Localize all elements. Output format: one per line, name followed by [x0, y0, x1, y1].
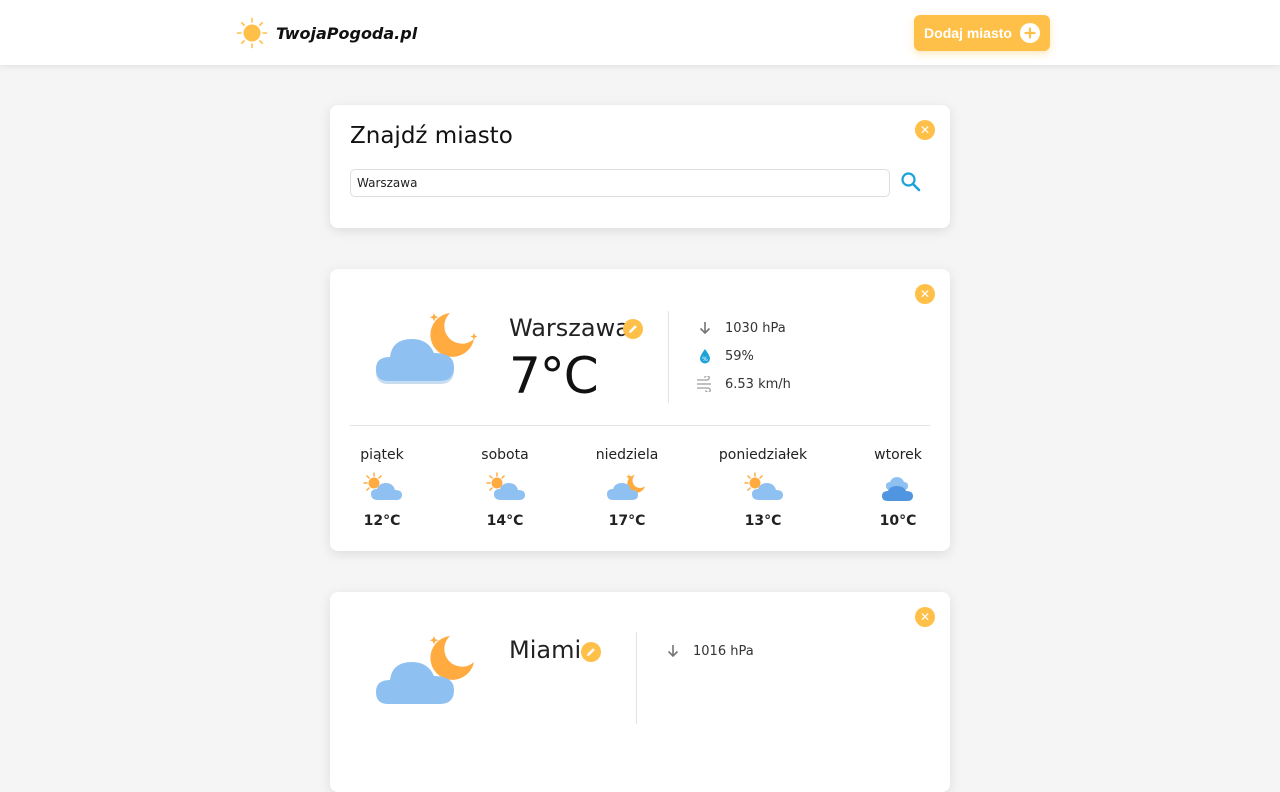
city-name: Warszawa	[509, 314, 630, 342]
arrow-down-icon	[696, 319, 714, 337]
divider	[668, 311, 669, 403]
forecast-day: piątek 12°C	[327, 445, 437, 529]
search-title: Znajdź miasto	[350, 123, 513, 149]
pressure-stat: 1016 hPa	[664, 641, 754, 661]
forecast-day-name: sobota	[481, 447, 529, 463]
close-icon: ✕	[919, 287, 931, 301]
forecast-day: wtorek 10°C	[843, 445, 953, 529]
edit-icon[interactable]	[581, 642, 601, 662]
forecast-temp: 14°C	[486, 513, 524, 529]
divider	[636, 632, 637, 724]
forecast-day: niedziela 17°C	[572, 445, 682, 529]
plus-icon	[1019, 23, 1040, 43]
close-icon: ✕	[919, 123, 931, 137]
wind-icon	[696, 375, 714, 393]
forecast-temp: 12°C	[363, 513, 401, 529]
pressure-value: 1030 hPa	[725, 320, 786, 336]
close-icon: ✕	[919, 610, 931, 624]
search-icon[interactable]	[900, 171, 922, 193]
forecast-day-name: wtorek	[874, 447, 922, 463]
partly-sunny-icon	[327, 469, 437, 505]
humidity-value: 59%	[725, 348, 754, 364]
partly-sunny-icon	[708, 469, 818, 505]
cloud-moon-icon	[374, 309, 484, 393]
logo[interactable]: TwojaPogoda.pl	[236, 17, 417, 49]
logo-text: TwojaPogoda.pl	[276, 23, 418, 43]
forecast-day-name: niedziela	[595, 447, 659, 463]
add-city-label: Dodaj miasto	[924, 25, 1012, 41]
divider	[350, 425, 930, 426]
current-temperature: 7°C	[509, 347, 599, 405]
close-search-button[interactable]: ✕	[915, 120, 935, 140]
close-city-button[interactable]: ✕	[915, 284, 935, 304]
humidity-drop-icon: %	[696, 347, 714, 365]
city-search-input[interactable]	[350, 169, 890, 197]
city-name: Miami	[509, 636, 582, 664]
forecast-day-name: poniedziałek	[718, 447, 808, 463]
svg-text:%: %	[702, 356, 708, 363]
close-city-button[interactable]: ✕	[915, 607, 935, 627]
arrow-down-icon	[664, 642, 682, 660]
top-bar: TwojaPogoda.pl Dodaj miasto	[0, 0, 1280, 65]
forecast-temp: 13°C	[744, 513, 782, 529]
search-card: ✕ Znajdź miasto	[330, 105, 950, 228]
city-weather-card: ✕ Warszawa 7°C 1030 hPa % 59% 6.53 km/h …	[330, 269, 950, 551]
humidity-stat: % 59%	[696, 346, 754, 366]
forecast-day: poniedziałek 13°C	[708, 445, 818, 529]
edit-icon[interactable]	[623, 319, 643, 339]
wind-value: 6.53 km/h	[725, 376, 791, 392]
cloud-moon-icon	[374, 632, 484, 716]
partly-sunny-icon	[450, 469, 560, 505]
pressure-value: 1016 hPa	[693, 643, 754, 659]
city-weather-card: ✕ Miami 1016 hPa	[330, 592, 950, 792]
forecast-temp: 10°C	[879, 513, 917, 529]
add-city-button[interactable]: Dodaj miasto	[914, 15, 1050, 51]
pressure-stat: 1030 hPa	[696, 318, 786, 338]
forecast-day: sobota 14°C	[450, 445, 560, 529]
forecast-temp: 17°C	[608, 513, 646, 529]
wind-stat: 6.53 km/h	[696, 374, 791, 394]
rain-cloud-icon	[843, 469, 953, 505]
sun-logo-icon	[236, 17, 268, 49]
forecast-day-name: piątek	[360, 447, 404, 463]
partly-sunny-icon	[572, 469, 682, 505]
